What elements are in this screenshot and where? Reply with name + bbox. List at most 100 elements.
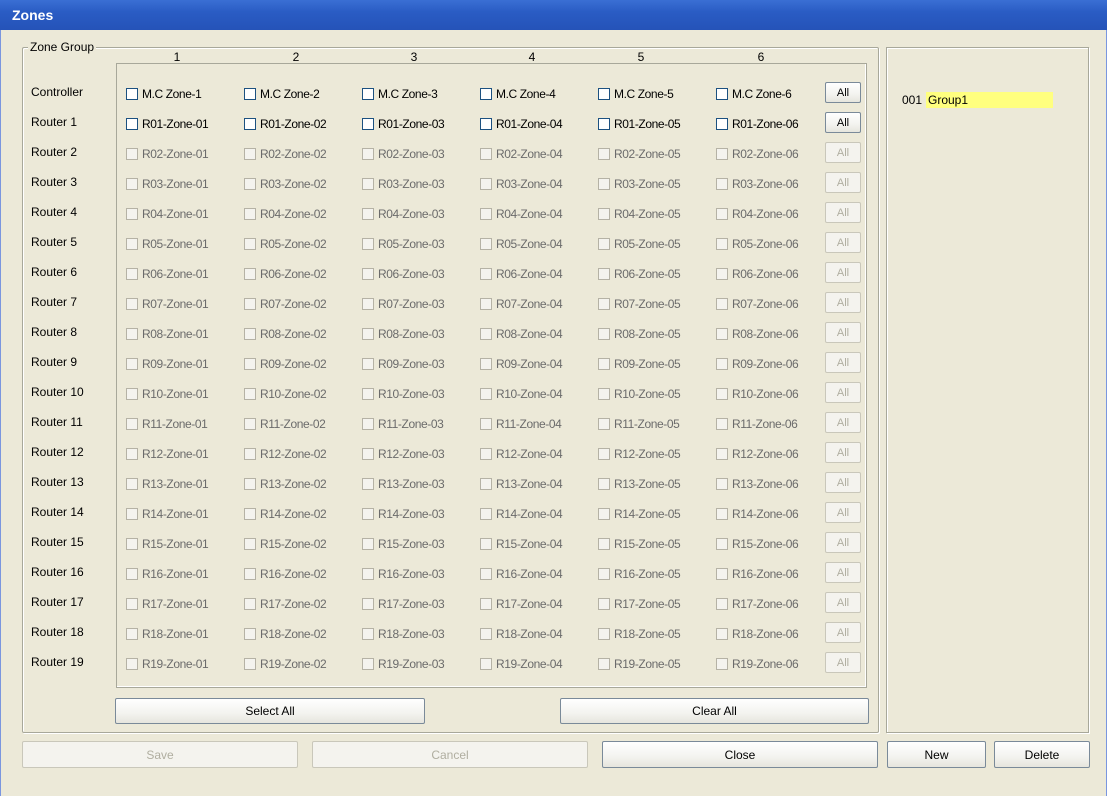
zone-checkbox[interactable]: R11-Zone-06	[716, 416, 798, 432]
zone-checkbox[interactable]: R04-Zone-06	[716, 206, 799, 222]
checkbox-square[interactable]	[362, 328, 374, 340]
checkbox-square[interactable]	[244, 508, 256, 520]
zone-checkbox[interactable]: R16-Zone-02	[244, 566, 327, 582]
row-all-button[interactable]: All	[825, 172, 861, 193]
zone-checkbox[interactable]: R03-Zone-06	[716, 176, 799, 192]
zone-checkbox[interactable]: R19-Zone-04	[480, 656, 563, 672]
checkbox-square[interactable]	[598, 658, 610, 670]
zone-checkbox[interactable]: R08-Zone-03	[362, 326, 445, 342]
checkbox-square[interactable]	[244, 448, 256, 460]
checkbox-square[interactable]	[598, 508, 610, 520]
checkbox-square[interactable]	[480, 508, 492, 520]
zone-checkbox[interactable]: R14-Zone-03	[362, 506, 445, 522]
row-all-button[interactable]: All	[825, 472, 861, 493]
row-all-button[interactable]: All	[825, 592, 861, 613]
zone-checkbox[interactable]: R10-Zone-01	[126, 386, 209, 402]
zone-checkbox[interactable]: R08-Zone-06	[716, 326, 799, 342]
checkbox-square[interactable]	[126, 88, 138, 100]
checkbox-square[interactable]	[244, 358, 256, 370]
checkbox-square[interactable]	[362, 598, 374, 610]
zone-checkbox[interactable]: R13-Zone-02	[244, 476, 327, 492]
checkbox-square[interactable]	[716, 358, 728, 370]
checkbox-square[interactable]	[598, 358, 610, 370]
zone-checkbox[interactable]: R07-Zone-05	[598, 296, 681, 312]
row-all-button[interactable]: All	[825, 232, 861, 253]
zone-checkbox[interactable]: R09-Zone-03	[362, 356, 445, 372]
checkbox-square[interactable]	[362, 268, 374, 280]
checkbox-square[interactable]	[598, 178, 610, 190]
zone-checkbox[interactable]: R13-Zone-04	[480, 476, 563, 492]
zone-checkbox[interactable]: R19-Zone-01	[126, 656, 209, 672]
checkbox-square[interactable]	[126, 388, 138, 400]
zone-checkbox[interactable]: R12-Zone-02	[244, 446, 327, 462]
checkbox-square[interactable]	[244, 328, 256, 340]
zone-checkbox[interactable]: R01-Zone-02	[244, 116, 327, 132]
zone-checkbox[interactable]: R09-Zone-06	[716, 356, 799, 372]
zone-checkbox[interactable]: R04-Zone-05	[598, 206, 681, 222]
zone-checkbox[interactable]: R18-Zone-02	[244, 626, 327, 642]
checkbox-square[interactable]	[362, 178, 374, 190]
zone-checkbox[interactable]: R05-Zone-04	[480, 236, 563, 252]
zone-checkbox[interactable]: R10-Zone-04	[480, 386, 563, 402]
zone-checkbox[interactable]: R17-Zone-01	[126, 596, 209, 612]
zone-checkbox[interactable]: R06-Zone-06	[716, 266, 799, 282]
checkbox-square[interactable]	[598, 448, 610, 460]
zone-checkbox[interactable]: R04-Zone-01	[126, 206, 209, 222]
zone-checkbox[interactable]: R05-Zone-01	[126, 236, 209, 252]
checkbox-square[interactable]	[480, 148, 492, 160]
row-all-button[interactable]: All	[825, 112, 861, 133]
zone-checkbox[interactable]: R06-Zone-01	[126, 266, 209, 282]
zone-checkbox[interactable]: R18-Zone-01	[126, 626, 209, 642]
checkbox-square[interactable]	[598, 598, 610, 610]
checkbox-square[interactable]	[362, 238, 374, 250]
zone-checkbox[interactable]: R13-Zone-06	[716, 476, 799, 492]
zone-checkbox[interactable]: R05-Zone-05	[598, 236, 681, 252]
checkbox-square[interactable]	[244, 268, 256, 280]
zone-checkbox[interactable]: R15-Zone-05	[598, 536, 681, 552]
zone-checkbox[interactable]: R03-Zone-03	[362, 176, 445, 192]
window-titlebar[interactable]: Zones	[0, 0, 1107, 30]
zone-checkbox[interactable]: R01-Zone-04	[480, 116, 563, 132]
checkbox-square[interactable]	[716, 478, 728, 490]
checkbox-square[interactable]	[480, 88, 492, 100]
zone-checkbox[interactable]: R03-Zone-04	[480, 176, 563, 192]
zone-checkbox[interactable]: R14-Zone-01	[126, 506, 209, 522]
checkbox-square[interactable]	[480, 268, 492, 280]
row-all-button[interactable]: All	[825, 622, 861, 643]
zone-checkbox[interactable]: R17-Zone-05	[598, 596, 681, 612]
zone-checkbox[interactable]: M.C Zone-4	[480, 86, 556, 102]
zone-checkbox[interactable]: R01-Zone-06	[716, 116, 799, 132]
checkbox-square[interactable]	[480, 658, 492, 670]
zone-checkbox[interactable]: R03-Zone-05	[598, 176, 681, 192]
zone-checkbox[interactable]: R11-Zone-04	[480, 416, 562, 432]
checkbox-square[interactable]	[598, 88, 610, 100]
checkbox-square[interactable]	[598, 238, 610, 250]
zone-checkbox[interactable]: R01-Zone-01	[126, 116, 209, 132]
zone-checkbox[interactable]: R04-Zone-04	[480, 206, 563, 222]
checkbox-square[interactable]	[244, 298, 256, 310]
zone-checkbox[interactable]: R18-Zone-05	[598, 626, 681, 642]
checkbox-square[interactable]	[716, 328, 728, 340]
checkbox-square[interactable]	[598, 298, 610, 310]
checkbox-square[interactable]	[126, 208, 138, 220]
zone-checkbox[interactable]: R13-Zone-03	[362, 476, 445, 492]
checkbox-square[interactable]	[126, 508, 138, 520]
checkbox-square[interactable]	[362, 148, 374, 160]
zone-checkbox[interactable]: R03-Zone-01	[126, 176, 209, 192]
checkbox-square[interactable]	[244, 568, 256, 580]
row-all-button[interactable]: All	[825, 142, 861, 163]
checkbox-square[interactable]	[126, 658, 138, 670]
checkbox-square[interactable]	[598, 118, 610, 130]
zone-checkbox[interactable]: R19-Zone-06	[716, 656, 799, 672]
row-all-button[interactable]: All	[825, 562, 861, 583]
zone-checkbox[interactable]: R15-Zone-01	[126, 536, 209, 552]
zone-checkbox[interactable]: M.C Zone-5	[598, 86, 674, 102]
delete-button[interactable]: Delete	[994, 741, 1090, 768]
checkbox-square[interactable]	[480, 208, 492, 220]
zone-checkbox[interactable]: R17-Zone-06	[716, 596, 799, 612]
zone-checkbox[interactable]: R02-Zone-03	[362, 146, 445, 162]
checkbox-square[interactable]	[716, 568, 728, 580]
row-all-button[interactable]: All	[825, 382, 861, 403]
checkbox-square[interactable]	[126, 268, 138, 280]
zone-checkbox[interactable]: M.C Zone-1	[126, 86, 202, 102]
